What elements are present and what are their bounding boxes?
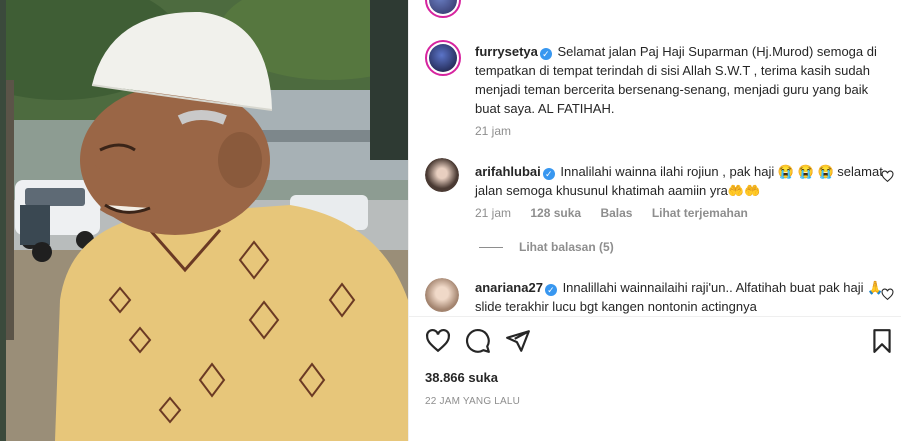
translate-button[interactable]: Lihat terjemahan xyxy=(652,206,748,220)
post-photo-illustration xyxy=(0,0,408,441)
comments-panel: furrysetya ✓ Selamat jalan Paj Haji Supar… xyxy=(408,0,901,441)
section-divider xyxy=(409,316,901,317)
post-like-count[interactable]: 38.866 suka xyxy=(425,370,498,385)
view-replies-button[interactable]: Lihat balasan (5) xyxy=(479,240,614,254)
avatar[interactable] xyxy=(425,0,461,18)
comment-meta: 21 jam xyxy=(475,124,527,138)
comment-time[interactable]: 21 jam xyxy=(475,124,511,138)
comment-username[interactable]: anariana27 xyxy=(475,280,543,295)
comment-text-block: furrysetya ✓ Selamat jalan Paj Haji Supar… xyxy=(475,42,885,118)
comment-username[interactable]: furrysetya xyxy=(475,44,538,59)
comment-text-block: anariana27 ✓ Innalillahi wainnailaihi raj… xyxy=(475,278,885,316)
share-icon[interactable] xyxy=(505,328,531,354)
comments-list[interactable]: furrysetya ✓ Selamat jalan Paj Haji Supar… xyxy=(409,0,901,316)
divider-line xyxy=(479,247,503,249)
verified-badge-icon: ✓ xyxy=(539,48,552,60)
view-replies-label: Lihat balasan (5) xyxy=(519,240,614,254)
comment-time[interactable]: 21 jam xyxy=(475,206,511,220)
comment-text-block: arifahlubai ✓ Innalilahi wainna ilahi roj… xyxy=(475,162,885,200)
avatar[interactable] xyxy=(425,278,459,312)
heart-icon[interactable] xyxy=(425,328,451,354)
comment-meta: 21 jam 128 suka Balas Lihat terjemahan xyxy=(475,206,764,220)
comment-username[interactable]: arifahlubai xyxy=(475,164,541,179)
verified-badge-icon: ✓ xyxy=(544,284,557,296)
action-bar xyxy=(409,328,901,354)
comment-like-icon[interactable] xyxy=(881,170,894,183)
comment-icon[interactable] xyxy=(465,328,491,354)
post-timestamp[interactable]: 22 JAM YANG LALU xyxy=(425,396,520,407)
avatar[interactable] xyxy=(425,40,461,76)
reply-button[interactable]: Balas xyxy=(600,206,632,220)
post-photo xyxy=(0,0,408,441)
bookmark-icon[interactable] xyxy=(869,328,895,354)
verified-badge-icon: ✓ xyxy=(542,168,555,180)
comment-like-count[interactable]: 128 suka xyxy=(530,206,581,220)
comment-like-icon[interactable] xyxy=(881,288,894,301)
avatar[interactable] xyxy=(425,158,459,192)
